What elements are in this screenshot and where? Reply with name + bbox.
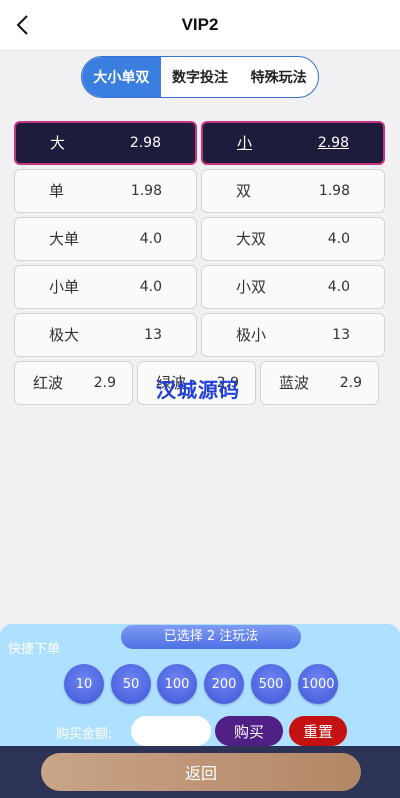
bet-option-name: 单 — [49, 182, 65, 200]
amount-input[interactable] — [131, 716, 211, 746]
bet-option-big-odd[interactable]: 大单 4.0 — [14, 217, 197, 261]
page-title: VIP2 — [181, 15, 219, 34]
bet-option-blue-wave[interactable]: 蓝波 2.9 — [260, 361, 379, 405]
bet-option-name: 大单 — [49, 230, 80, 248]
reset-button[interactable]: 重置 — [289, 716, 347, 746]
selected-count-badge: 已选择 2 注玩法 — [121, 625, 301, 649]
bet-option-name: 双 — [236, 182, 252, 200]
bet-option-odds: 13 — [144, 327, 162, 343]
buy-button[interactable]: 购买 — [215, 716, 283, 746]
chip-500[interactable]: 500 — [251, 664, 291, 704]
header-bar: VIP2 — [0, 0, 400, 51]
chip-50[interactable]: 50 — [111, 664, 151, 704]
amount-label: 购买金额: — [56, 727, 113, 742]
bet-option-name: 极小 — [236, 326, 267, 344]
bet-option-extreme-big[interactable]: 极大 13 — [14, 313, 197, 357]
bet-option-name: 极大 — [49, 326, 80, 344]
bet-option-odds: 1.98 — [318, 183, 350, 199]
watermark-text: 汉城源码 — [156, 378, 240, 402]
bet-option-odds: 2.9 — [93, 375, 116, 391]
return-button[interactable]: 返回 — [41, 753, 361, 791]
bet-option-big[interactable]: 大 2.98 — [14, 121, 197, 165]
bet-option-name: 大双 — [236, 230, 267, 248]
bet-option-odds: 4.0 — [327, 279, 350, 295]
bet-option-name: 小 — [237, 134, 253, 152]
bet-option-odds: 2.98 — [317, 135, 349, 151]
bet-option-small-even[interactable]: 小双 4.0 — [201, 265, 385, 309]
tab-big-small-odd-even[interactable]: 大小单双 — [82, 57, 161, 97]
chip-100[interactable]: 100 — [157, 664, 197, 704]
bet-option-red-wave[interactable]: 红波 2.9 — [14, 361, 133, 405]
chip-1000[interactable]: 1000 — [298, 664, 338, 704]
bet-option-name: 小单 — [49, 278, 80, 296]
quick-bet-label: 快捷下单 — [8, 642, 61, 657]
tab-special-play[interactable]: 特殊玩法 — [239, 57, 318, 97]
bet-option-odds: 4.0 — [327, 231, 350, 247]
bet-option-odds: 4.0 — [139, 279, 162, 295]
chip-10[interactable]: 10 — [64, 664, 104, 704]
bet-option-small-odd[interactable]: 小单 4.0 — [14, 265, 197, 309]
bet-option-odds: 2.9 — [339, 375, 362, 391]
bet-option-name: 蓝波 — [279, 374, 310, 392]
bet-option-odds: 2.98 — [129, 135, 161, 151]
bet-option-odds: 4.0 — [139, 231, 162, 247]
chip-200[interactable]: 200 — [204, 664, 244, 704]
bet-option-extreme-small[interactable]: 极小 13 — [201, 313, 385, 357]
bet-option-odds: 1.98 — [130, 183, 162, 199]
bet-option-even[interactable]: 双 1.98 — [201, 169, 385, 213]
tab-number-bet[interactable]: 数字投注 — [161, 57, 240, 97]
bet-option-odds: 13 — [332, 327, 350, 343]
bet-option-small[interactable]: 小 2.98 — [201, 121, 385, 165]
play-type-tabs: 大小单双 数字投注 特殊玩法 — [81, 56, 319, 98]
bet-option-odd[interactable]: 单 1.98 — [14, 169, 197, 213]
bet-option-big-even[interactable]: 大双 4.0 — [201, 217, 385, 261]
bet-option-name: 红波 — [33, 374, 64, 392]
bet-option-name: 小双 — [236, 278, 267, 296]
bet-option-name: 大 — [50, 134, 66, 152]
